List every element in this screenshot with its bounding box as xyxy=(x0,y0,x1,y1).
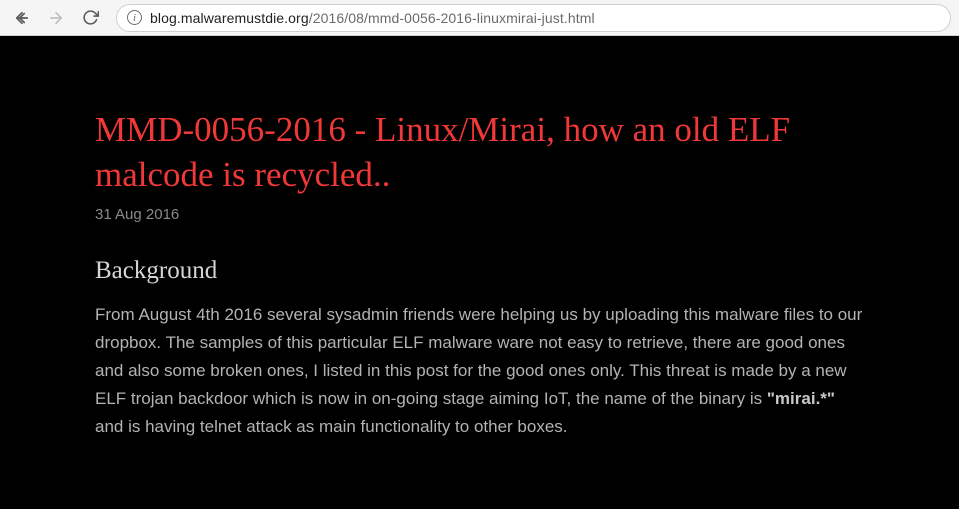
section-heading: Background xyxy=(95,257,864,285)
url-text: blog.malwaremustdie.org/2016/08/mmd-0056… xyxy=(150,10,595,26)
body-text-after: and is having telnet attack as main func… xyxy=(95,417,568,436)
url-path: /2016/08/mmd-0056-2016-linuxmirai-just.h… xyxy=(309,10,595,26)
reload-button[interactable] xyxy=(76,4,104,32)
page-content: MMD-0056-2016 - Linux/Mirai, how an old … xyxy=(0,36,959,509)
body-paragraph: From August 4th 2016 several sysadmin fr… xyxy=(95,301,864,441)
url-domain: blog.malwaremustdie.org xyxy=(150,10,309,26)
browser-toolbar: i blog.malwaremustdie.org/2016/08/mmd-00… xyxy=(0,0,959,36)
reload-icon xyxy=(82,9,99,26)
back-button[interactable] xyxy=(8,4,36,32)
back-arrow-icon xyxy=(13,9,31,27)
body-text-bold: "mirai.*" xyxy=(767,389,835,408)
address-bar[interactable]: i blog.malwaremustdie.org/2016/08/mmd-00… xyxy=(116,4,951,32)
forward-arrow-icon xyxy=(47,9,65,27)
forward-button[interactable] xyxy=(42,4,70,32)
post-date: 31 Aug 2016 xyxy=(95,206,864,223)
body-text-before: From August 4th 2016 several sysadmin fr… xyxy=(95,305,862,408)
post-title: MMD-0056-2016 - Linux/Mirai, how an old … xyxy=(95,108,864,198)
site-info-icon[interactable]: i xyxy=(127,10,142,25)
